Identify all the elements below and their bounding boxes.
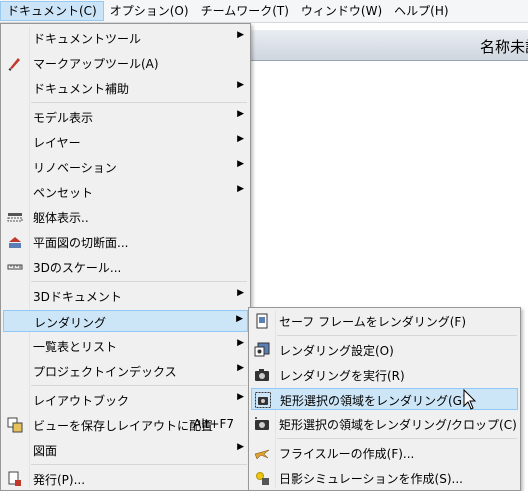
menu-item-label: セーフ フレームをレンダリング(F) [279, 315, 467, 329]
save-view-place-icon [7, 417, 23, 433]
submenu-item-render-marquee-area[interactable]: 矩形選択の領域をレンダリング(G) [251, 388, 518, 410]
menu-item-label: フライスルーの作成(F)... [279, 447, 415, 461]
menu-item-document-tools[interactable]: ドキュメントツール ▶ [3, 27, 248, 49]
menu-separator [31, 464, 247, 465]
floor-plan-cut-plane-icon [7, 234, 23, 250]
submenu-item-run-rendering[interactable]: レンダリングを実行(R) [251, 364, 518, 386]
submenu-arrow-icon: ▶ [237, 338, 244, 348]
menu-separator [31, 102, 247, 103]
submenu-arrow-icon: ▶ [237, 80, 244, 90]
menu-item-rendering[interactable]: レンダリング ▶ [3, 310, 248, 332]
menu-separator [277, 438, 517, 439]
menubar-options[interactable]: オプション(O) [104, 1, 195, 21]
submenu-arrow-icon: ▶ [237, 392, 244, 402]
menu-item-label: レンダリング設定(O) [279, 344, 394, 358]
menubar-teamwork[interactable]: チームワーク(T) [195, 1, 295, 21]
menu-item-label: リノベーション [33, 161, 117, 175]
menu-item-label: 図面 [33, 444, 58, 458]
menu-item-label: 躯体表示.. [33, 211, 89, 225]
menu-item-drawings[interactable]: 図面 ▶ [3, 439, 248, 461]
safe-frame-icon [254, 313, 270, 329]
camera-crop-icon [254, 416, 270, 432]
menu-separator [31, 281, 247, 282]
submenu-arrow-icon: ▶ [237, 442, 244, 452]
menu-item-label: モデル表示 [33, 111, 94, 125]
submenu-arrow-icon: ▶ [236, 314, 243, 324]
menu-item-label: プロジェクトインデックス [33, 365, 177, 379]
sun-study-icon [254, 470, 270, 486]
markup-tool-icon [7, 55, 23, 71]
menu-item-label: レイヤー [33, 136, 81, 150]
menu-item-layers[interactable]: レイヤー ▶ [3, 131, 248, 153]
background-window-title-bar: 名称未設 [249, 30, 528, 61]
menu-item-save-view-place[interactable]: ビューを保存しレイアウトに配置 Alt+F7 [3, 414, 248, 436]
menu-item-document-aids[interactable]: ドキュメント補助 ▶ [3, 77, 248, 99]
document-menu: ドキュメントツール ▶ マークアップツール(A) ドキュメント補助 ▶ モデル表… [0, 23, 251, 491]
submenu-item-sun-study[interactable]: 日影シミュレーションを作成(S)... [251, 467, 518, 489]
menubar-help[interactable]: ヘルプ(H) [388, 1, 454, 21]
menu-item-label: ペンセット [33, 186, 94, 200]
flythrough-icon [254, 445, 270, 461]
window-title: 名称未設 [480, 38, 528, 56]
menu-item-floor-plan-cut-plane[interactable]: 平面図の切断面... [3, 231, 248, 253]
submenu-arrow-icon: ▶ [237, 134, 244, 144]
publish-icon [7, 471, 23, 487]
menu-item-label: 矩形選択の領域をレンダリング/クロップ(C) [279, 418, 517, 432]
menu-item-label: 平面図の切断面... [33, 236, 129, 250]
menu-item-layout-book[interactable]: レイアウトブック ▶ [3, 389, 248, 411]
menu-item-label: 3Dドキュメント [33, 290, 122, 304]
submenu-item-safe-frame[interactable]: セーフ フレームをレンダリング(F) [251, 310, 518, 332]
menu-separator [31, 385, 247, 386]
menu-item-project-indexes[interactable]: プロジェクトインデックス ▶ [3, 360, 248, 382]
menu-item-schedules-lists[interactable]: 一覧表とリスト ▶ [3, 335, 248, 357]
menubar-document[interactable]: ドキュメント(C) [0, 1, 104, 21]
mouse-pointer-icon [463, 389, 477, 410]
menu-separator [277, 335, 517, 336]
menubar-window[interactable]: ウィンドウ(W) [295, 1, 388, 21]
menu-item-pen-sets[interactable]: ペンセット ▶ [3, 181, 248, 203]
submenu-arrow-icon: ▶ [237, 288, 244, 298]
menu-item-label: 矩形選択の領域をレンダリング(G) [280, 394, 467, 408]
camera-marquee-icon [255, 392, 271, 408]
submenu-item-render-marquee-crop[interactable]: 矩形選択の領域をレンダリング/クロップ(C) [251, 413, 518, 435]
menu-item-label: 一覧表とリスト [33, 340, 118, 354]
submenu-arrow-icon: ▶ [237, 159, 244, 169]
menu-item-publish[interactable]: 発行(P)... [3, 468, 248, 490]
menu-item-label: 3Dのスケール... [33, 261, 122, 275]
menu-item-label: レンダリング [34, 316, 107, 330]
menu-item-3d-scale[interactable]: 3Dのスケール... [3, 256, 248, 278]
menu-item-label: レイアウトブック [33, 394, 130, 408]
structure-display-icon [7, 209, 23, 225]
submenu-arrow-icon: ▶ [237, 363, 244, 373]
submenu-arrow-icon: ▶ [237, 30, 244, 40]
menu-item-shortcut: Alt+F7 [193, 417, 234, 431]
submenu-arrow-icon: ▶ [237, 184, 244, 194]
submenu-item-rendering-settings[interactable]: レンダリング設定(O) [251, 339, 518, 361]
submenu-arrow-icon: ▶ [237, 109, 244, 119]
menu-item-markup-tools[interactable]: マークアップツール(A) [3, 52, 248, 74]
rendering-settings-icon [254, 342, 270, 358]
menu-item-label: マークアップツール(A) [33, 57, 159, 71]
menu-item-label: 日影シミュレーションを作成(S)... [279, 472, 463, 486]
menu-item-structure-display[interactable]: 躯体表示.. [3, 206, 248, 228]
menu-item-3d-document[interactable]: 3Dドキュメント ▶ [3, 285, 248, 307]
submenu-item-flythrough[interactable]: フライスルーの作成(F)... [251, 442, 518, 464]
menu-item-label: レンダリングを実行(R) [279, 369, 405, 383]
menu-item-label: ビューを保存しレイアウトに配置 [33, 419, 214, 433]
camera-icon [254, 367, 270, 383]
menu-item-model-display[interactable]: モデル表示 ▶ [3, 106, 248, 128]
menu-bar: ドキュメント(C) オプション(O) チームワーク(T) ウィンドウ(W) ヘル… [0, 0, 528, 23]
rendering-submenu: セーフ フレームをレンダリング(F) レンダリング設定(O) レンダリングを実行… [248, 307, 521, 491]
3d-scale-icon [7, 259, 23, 275]
menu-item-label: ドキュメント補助 [33, 82, 130, 96]
menu-item-label: 発行(P)... [33, 473, 86, 487]
menu-item-label: ドキュメントツール [33, 32, 142, 46]
menu-item-renovation[interactable]: リノベーション ▶ [3, 156, 248, 178]
